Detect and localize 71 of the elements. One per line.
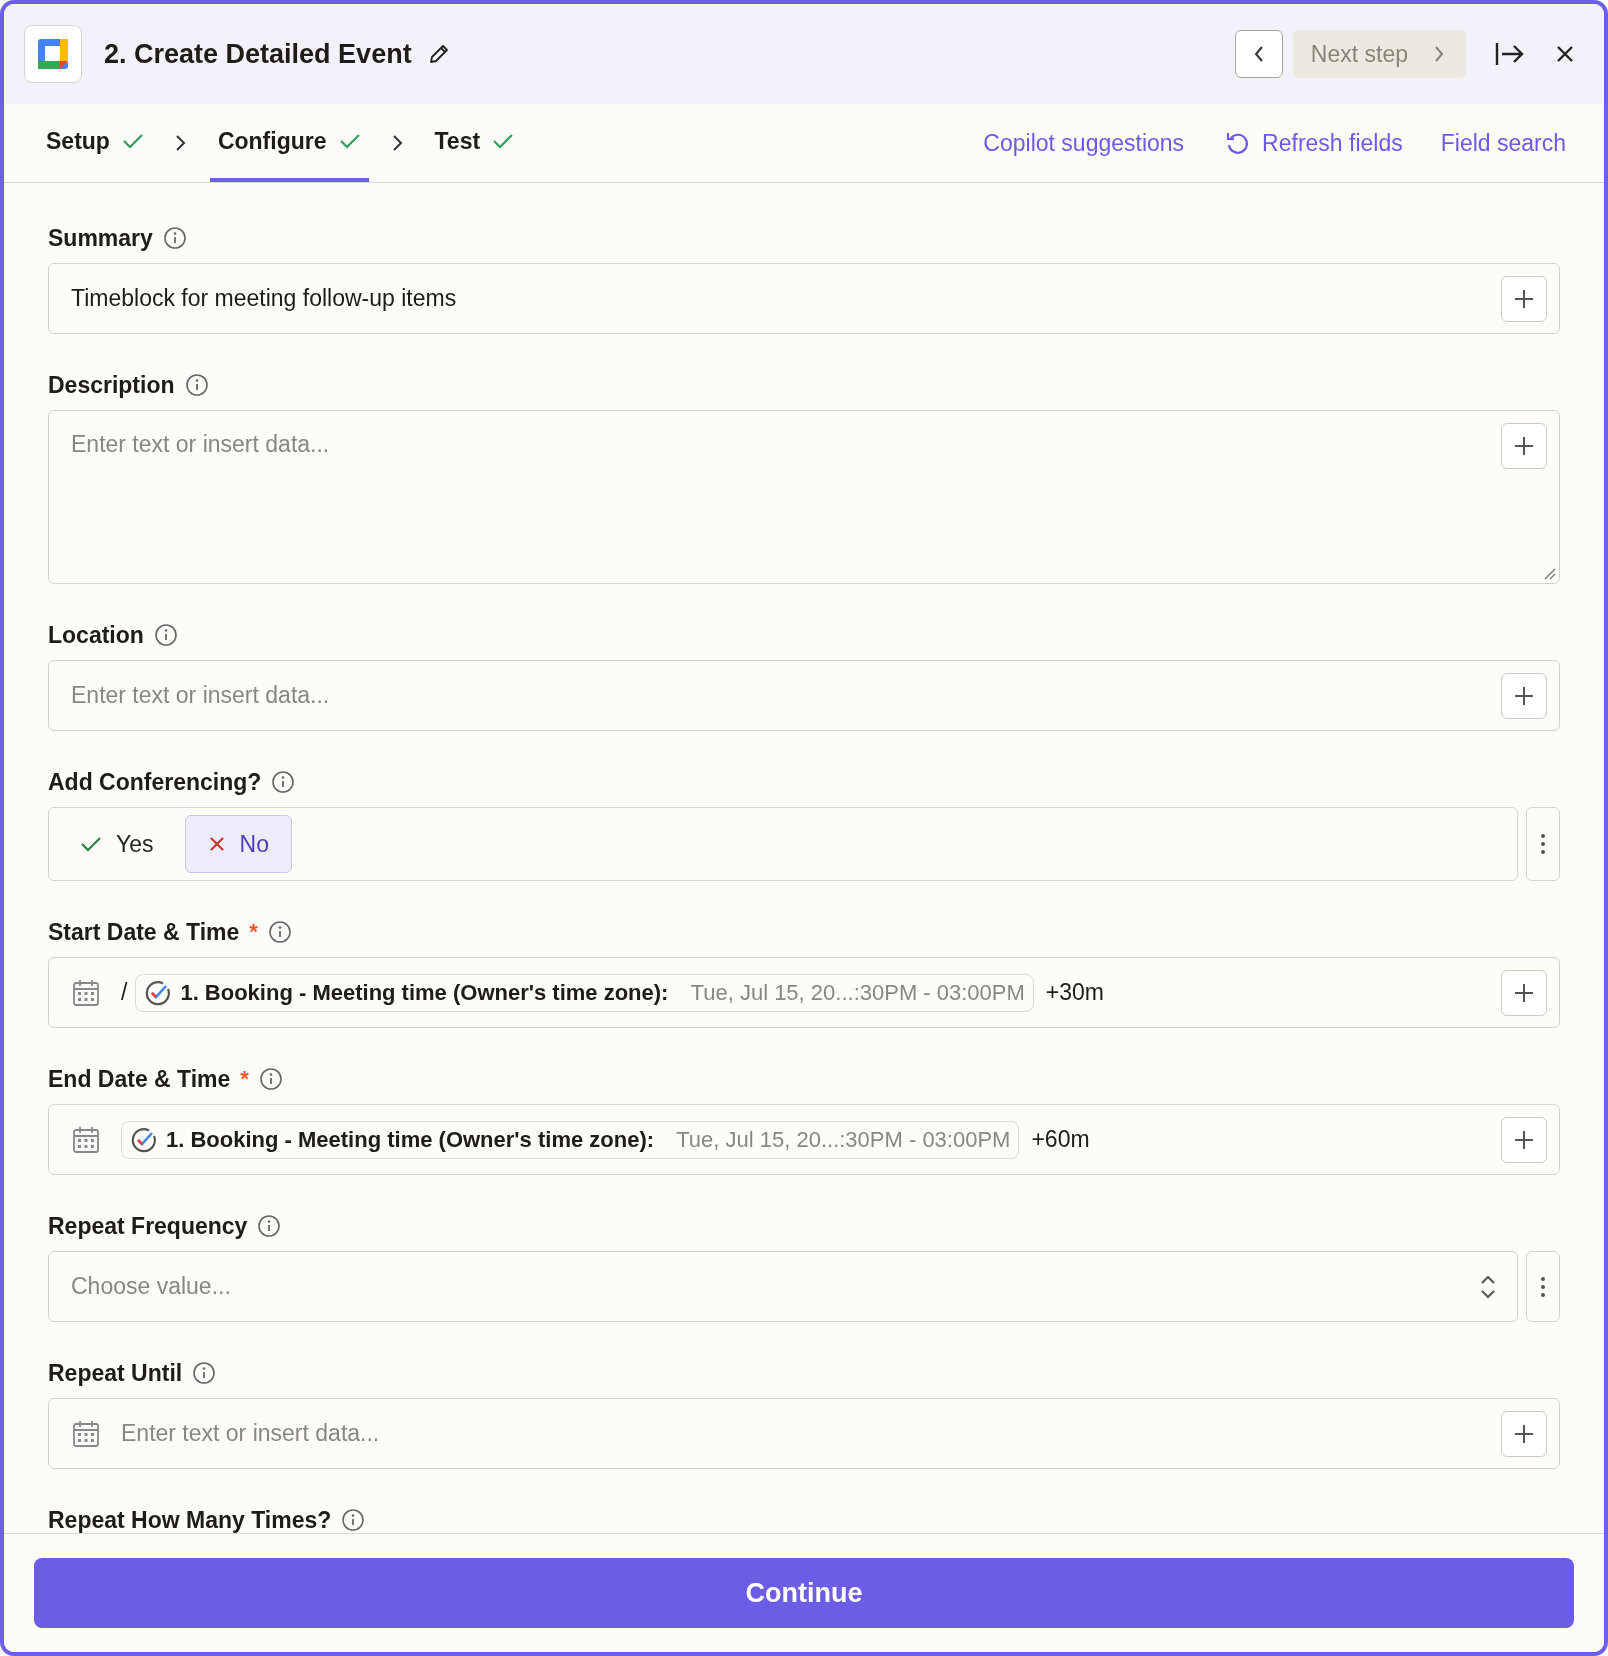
plus-icon <box>1513 1128 1535 1151</box>
toolbar-link[interactable]: Field search <box>1440 129 1566 157</box>
step-tab[interactable]: Setup <box>38 104 152 182</box>
field-text: +60m <box>1031 1126 1090 1153</box>
info-icon[interactable] <box>258 1067 283 1091</box>
info-icon[interactable] <box>153 623 178 647</box>
required-mark: * <box>240 1066 249 1092</box>
input-field[interactable]: Enter text or insert data... <box>48 660 1560 731</box>
check-icon <box>492 132 515 150</box>
data-pill[interactable]: 1. Booking - Meeting time (Owner's time zone): Tue, Jul 15, 20...:30PM - 03:00PM <box>135 973 1034 1012</box>
plus-icon <box>1513 435 1535 457</box>
insert-data-button[interactable] <box>1501 1116 1547 1163</box>
check-icon <box>80 835 102 853</box>
info-icon[interactable] <box>184 373 209 397</box>
input-field[interactable]: Enter text or insert data... <box>48 1398 1560 1469</box>
select-field[interactable]: Choose value... <box>48 1251 1518 1322</box>
plus-icon <box>1513 1422 1535 1445</box>
toolbar-link[interactable]: Copilot suggestions <box>983 129 1185 157</box>
toolbar-link[interactable]: Refresh fields <box>1262 129 1403 157</box>
step-tab[interactable]: Test <box>426 104 523 182</box>
check-circle-icon <box>130 1125 158 1154</box>
info-icon[interactable] <box>162 226 187 250</box>
field-text: +30m <box>1045 979 1104 1006</box>
plus-icon <box>1513 981 1535 1004</box>
option-button[interactable]: No <box>184 815 292 873</box>
calendar-icon <box>71 1418 101 1449</box>
info-icon[interactable] <box>271 770 296 794</box>
plus-icon <box>1513 287 1535 310</box>
field-label: Repeat Frequency <box>48 1212 248 1240</box>
calendar-icon <box>71 977 101 1008</box>
field-text: / <box>121 979 128 1006</box>
field-label: Add Conferencing? <box>48 768 262 796</box>
field-label: Repeat How Many Times? <box>48 1506 332 1533</box>
field-label: Location <box>48 621 144 649</box>
field-label: Summary <box>48 224 153 252</box>
resize-handle-icon[interactable] <box>1542 566 1556 580</box>
step-title: 2. Create Detailed Event <box>104 38 412 70</box>
insert-data-button[interactable] <box>1501 423 1547 469</box>
input-field[interactable]: 1. Booking - Meeting time (Owner's time zone): Tue, Jul 15, 20...:30PM - 03:00PM +60m <box>48 1104 1560 1175</box>
edit-icon[interactable] <box>427 43 450 65</box>
check-icon <box>121 132 144 150</box>
more-icon <box>1540 1275 1546 1298</box>
info-icon[interactable] <box>267 920 292 944</box>
data-pill[interactable]: 1. Booking - Meeting time (Owner's time zone): Tue, Jul 15, 20...:30PM - 03:00PM <box>121 1120 1020 1159</box>
app-logo <box>24 25 82 83</box>
check-icon <box>338 132 361 150</box>
insert-data-button[interactable] <box>1501 1410 1547 1457</box>
required-mark: * <box>249 919 258 945</box>
field-label: End Date & Time <box>48 1065 231 1093</box>
input-field[interactable]: Timeblock for meeting follow-up items <box>48 263 1560 334</box>
step-tab[interactable]: Configure <box>209 104 369 182</box>
collapse-panel-icon[interactable] <box>1494 40 1526 68</box>
insert-data-button[interactable] <box>1501 672 1547 719</box>
calendar-icon <box>71 1124 101 1155</box>
field-label: Start Date & Time <box>48 918 240 946</box>
input-field[interactable]: / 1. Booking - Meeting time (Owner's time zone): Tue, Jul 15, 20...:30PM - 03:00PM +30m <box>48 957 1560 1028</box>
plus-icon <box>1513 684 1535 707</box>
cross-icon <box>207 835 226 853</box>
field-label: Repeat Until <box>48 1359 183 1387</box>
info-icon[interactable] <box>341 1508 366 1532</box>
continue-button[interactable]: Continue <box>34 1558 1574 1628</box>
check-circle-icon <box>144 978 173 1007</box>
insert-data-button[interactable] <box>1501 275 1547 322</box>
textarea-field[interactable]: Enter text or insert data... <box>48 410 1560 584</box>
field-label: Description <box>48 371 175 399</box>
info-icon[interactable] <box>257 1214 282 1238</box>
more-icon <box>1540 833 1546 855</box>
chevron-right-icon <box>1432 44 1446 64</box>
option-button[interactable]: Yes <box>57 815 177 873</box>
info-icon[interactable] <box>192 1361 217 1385</box>
insert-data-button[interactable] <box>1501 969 1547 1016</box>
